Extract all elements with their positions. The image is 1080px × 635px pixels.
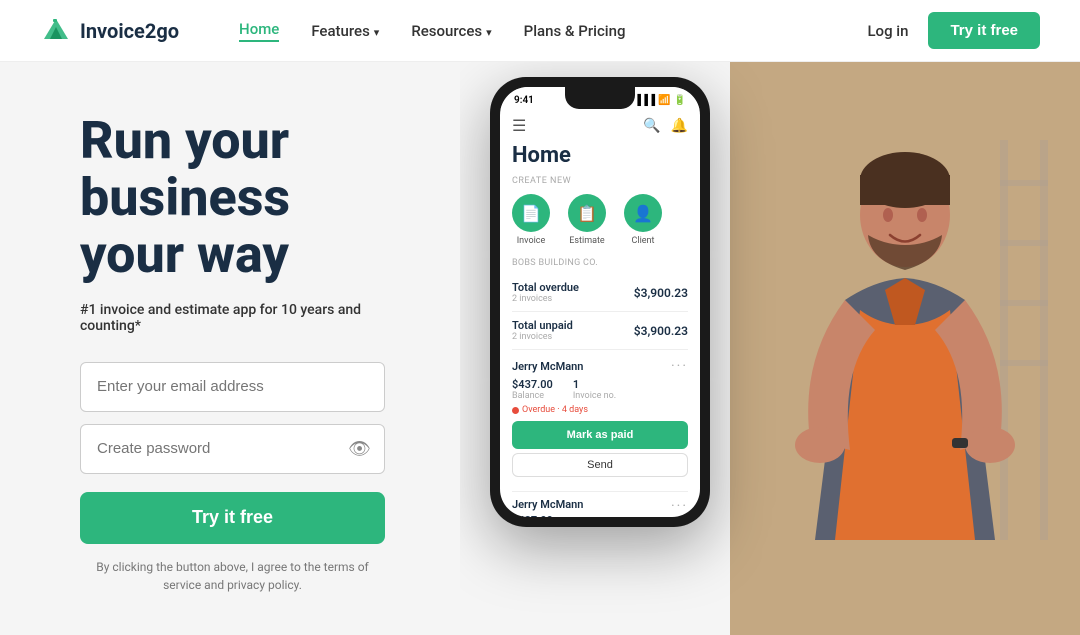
- nav-links: Home Features Resources Plans & Pricing: [239, 20, 867, 42]
- client-card-header: Jerry McMann ···: [512, 358, 688, 374]
- create-estimate-item[interactable]: 📋 Estimate: [568, 194, 606, 246]
- client-section-label: BOBS BUILDING CO.: [512, 258, 688, 268]
- overdue-amount: $3,900.23: [634, 286, 688, 300]
- features-chevron: [374, 22, 380, 40]
- invoices-label: Invoice no.: [573, 391, 616, 401]
- status-icons: ▐▐▐ 📶 🔋: [634, 95, 686, 106]
- invoices-value: 1: [573, 378, 616, 391]
- unpaid-sub: 2 invoices: [512, 332, 573, 342]
- create-new-label: CREATE NEW: [512, 176, 688, 186]
- client-icon-circle: 👤: [624, 194, 662, 232]
- email-input[interactable]: [80, 362, 385, 412]
- create-invoice-item[interactable]: 📄 Invoice: [512, 194, 550, 246]
- stat-overdue: Total overdue 2 invoices $3,900.23: [512, 274, 688, 312]
- overdue-sub: 2 invoices: [512, 294, 579, 304]
- hero-section: Run your business your way #1 invoice an…: [0, 62, 1080, 635]
- create-icons-row: 📄 Invoice 📋 Estimate 👤 Client: [512, 194, 688, 246]
- overdue-dot: [512, 407, 519, 414]
- logo-text: Invoice2go: [80, 19, 179, 43]
- person-svg: [730, 62, 1080, 635]
- client-details: $437.00 Balance 1 Invoice no.: [512, 378, 688, 401]
- more-options-icon[interactable]: ···: [671, 358, 688, 374]
- wifi-icon: 📶: [658, 95, 670, 106]
- mark-as-paid-button[interactable]: Mark as paid: [512, 421, 688, 449]
- hero-left: Run your business your way #1 invoice an…: [0, 62, 460, 635]
- password-input[interactable]: [80, 424, 385, 474]
- client-card-2: Jerry McMann ··· $437.00: [512, 492, 688, 517]
- estimate-label: Estimate: [569, 236, 604, 246]
- invoice-label: Invoice: [517, 236, 546, 246]
- email-group: [80, 362, 420, 412]
- hero-right: 9:41 ▐▐▐ 📶 🔋 ☰ 🔍 🔔: [460, 62, 1080, 635]
- nav-login[interactable]: Log in: [867, 22, 908, 40]
- client-card2-header: Jerry McMann ···: [512, 498, 688, 514]
- phone-search-icon[interactable]: 🔍: [643, 118, 660, 134]
- nav-try-free-button[interactable]: Try it free: [928, 12, 1040, 49]
- unpaid-amount: $3,900.23: [634, 324, 688, 338]
- hamburger-icon[interactable]: ☰: [512, 116, 526, 135]
- hero-try-free-button[interactable]: Try it free: [80, 492, 385, 544]
- client-card-1: Jerry McMann ··· $437.00 Balance 1: [512, 350, 688, 492]
- phone-outer: 9:41 ▐▐▐ 📶 🔋 ☰ 🔍 🔔: [490, 77, 710, 527]
- person-bg: [730, 62, 1080, 635]
- logo[interactable]: Invoice2go: [40, 15, 179, 47]
- hero-title: Run your business your way: [80, 112, 420, 284]
- person-photo: [730, 62, 1080, 635]
- balance-value: $437.00: [512, 378, 553, 391]
- phone-notch: [565, 87, 635, 109]
- phone-mockup: 9:41 ▐▐▐ 📶 🔋 ☰ 🔍 🔔: [490, 77, 710, 527]
- create-client-item[interactable]: 👤 Client: [624, 194, 662, 246]
- client2-balance: $437.00: [512, 514, 688, 517]
- overdue-label: Total overdue: [512, 281, 579, 294]
- phone-content: ☰ 🔍 🔔 Home CREATE NEW 📄 Invoice: [500, 110, 700, 517]
- overdue-badge: Overdue · 4 days: [512, 405, 688, 415]
- phone-nav-row: ☰ 🔍 🔔: [512, 110, 688, 143]
- nav-home[interactable]: Home: [239, 20, 279, 42]
- nav-pricing[interactable]: Plans & Pricing: [524, 22, 626, 40]
- disclaimer-text: By clicking the button above, I agree to…: [80, 558, 385, 594]
- nav-resources[interactable]: Resources: [411, 22, 491, 40]
- more-options2-icon[interactable]: ···: [671, 498, 688, 514]
- unpaid-label: Total unpaid: [512, 319, 573, 332]
- hero-subtitle: #1 invoice and estimate app for 10 years…: [80, 302, 420, 334]
- phone-bell-icon[interactable]: 🔔: [671, 118, 688, 134]
- client-name: Jerry McMann: [512, 360, 583, 373]
- toggle-password-icon[interactable]: 👁: [348, 438, 371, 459]
- signal-icon: ▐▐▐: [634, 95, 655, 106]
- password-wrap: 👁: [80, 424, 385, 474]
- phone-screen: 9:41 ▐▐▐ 📶 🔋 ☰ 🔍 🔔: [500, 87, 700, 517]
- estimate-icon-circle: 📋: [568, 194, 606, 232]
- password-group: 👁: [80, 424, 420, 474]
- stat-unpaid: Total unpaid 2 invoices $3,900.23: [512, 312, 688, 350]
- resources-chevron: [486, 22, 492, 40]
- nav-right: Log in Try it free: [867, 12, 1040, 49]
- phone-home-title: Home: [512, 143, 688, 168]
- client2-name: Jerry McMann: [512, 498, 583, 514]
- logo-icon: [40, 15, 72, 47]
- nav-features[interactable]: Features: [311, 22, 379, 40]
- navbar: Invoice2go Home Features Resources Plans…: [0, 0, 1080, 62]
- send-button[interactable]: Send: [512, 453, 688, 477]
- client-label: Client: [632, 236, 655, 246]
- battery-icon: 🔋: [674, 95, 686, 106]
- balance-label: Balance: [512, 391, 553, 401]
- phone-time: 9:41: [514, 95, 534, 106]
- invoice-icon-circle: 📄: [512, 194, 550, 232]
- phone-nav-icons: 🔍 🔔: [643, 118, 688, 134]
